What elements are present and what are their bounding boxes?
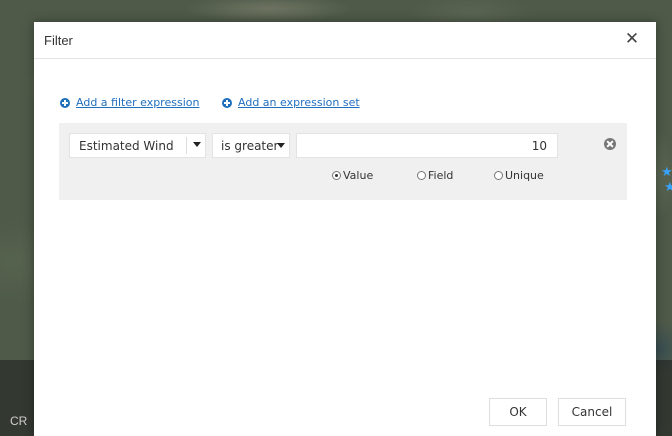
filter-expression-row: Estimated Wind is greater than Value Fie… — [59, 123, 627, 200]
chevron-down-icon — [193, 142, 201, 147]
map-marker-icon[interactable]: ★ — [661, 166, 672, 179]
radio-field-label: Field — [428, 169, 454, 182]
radio-unchecked-icon — [494, 171, 503, 180]
map-marker-icon[interactable]: ★ — [664, 181, 672, 194]
close-icon[interactable]: ✕ — [622, 28, 642, 50]
dialog-header: Filter ✕ — [34, 22, 656, 59]
remove-circle-icon[interactable] — [604, 138, 616, 150]
operator-select-value: is greater than — [221, 139, 279, 153]
plus-circle-icon — [60, 97, 70, 108]
add-expression-set-link[interactable]: Add an expression set — [222, 96, 360, 109]
radio-unique[interactable]: Unique — [494, 169, 544, 182]
map-attribution: CR — [10, 414, 28, 428]
radio-value[interactable]: Value — [332, 169, 373, 182]
add-filter-expression-label: Add a filter expression — [76, 96, 200, 109]
value-input[interactable] — [296, 133, 558, 158]
dialog-title: Filter — [44, 33, 73, 48]
radio-checked-icon — [332, 171, 341, 180]
radio-field[interactable]: Field — [417, 169, 453, 182]
radio-value-label: Value — [343, 169, 374, 182]
field-select[interactable]: Estimated Wind — [69, 133, 206, 158]
plus-circle-icon — [222, 97, 232, 108]
radio-unchecked-icon — [417, 171, 426, 180]
field-select-value: Estimated Wind — [79, 139, 174, 153]
add-filter-expression-link[interactable]: Add a filter expression — [60, 96, 199, 109]
radio-unique-label: Unique — [505, 169, 544, 182]
ok-button[interactable]: OK — [489, 398, 547, 426]
cancel-button[interactable]: Cancel — [558, 398, 626, 426]
filter-dialog: Filter ✕ Add a filter expression Add an … — [34, 22, 656, 436]
operator-select[interactable]: is greater than — [212, 133, 290, 158]
add-expression-set-label: Add an expression set — [238, 96, 360, 109]
select-divider — [186, 137, 187, 154]
chevron-down-icon — [277, 143, 285, 148]
